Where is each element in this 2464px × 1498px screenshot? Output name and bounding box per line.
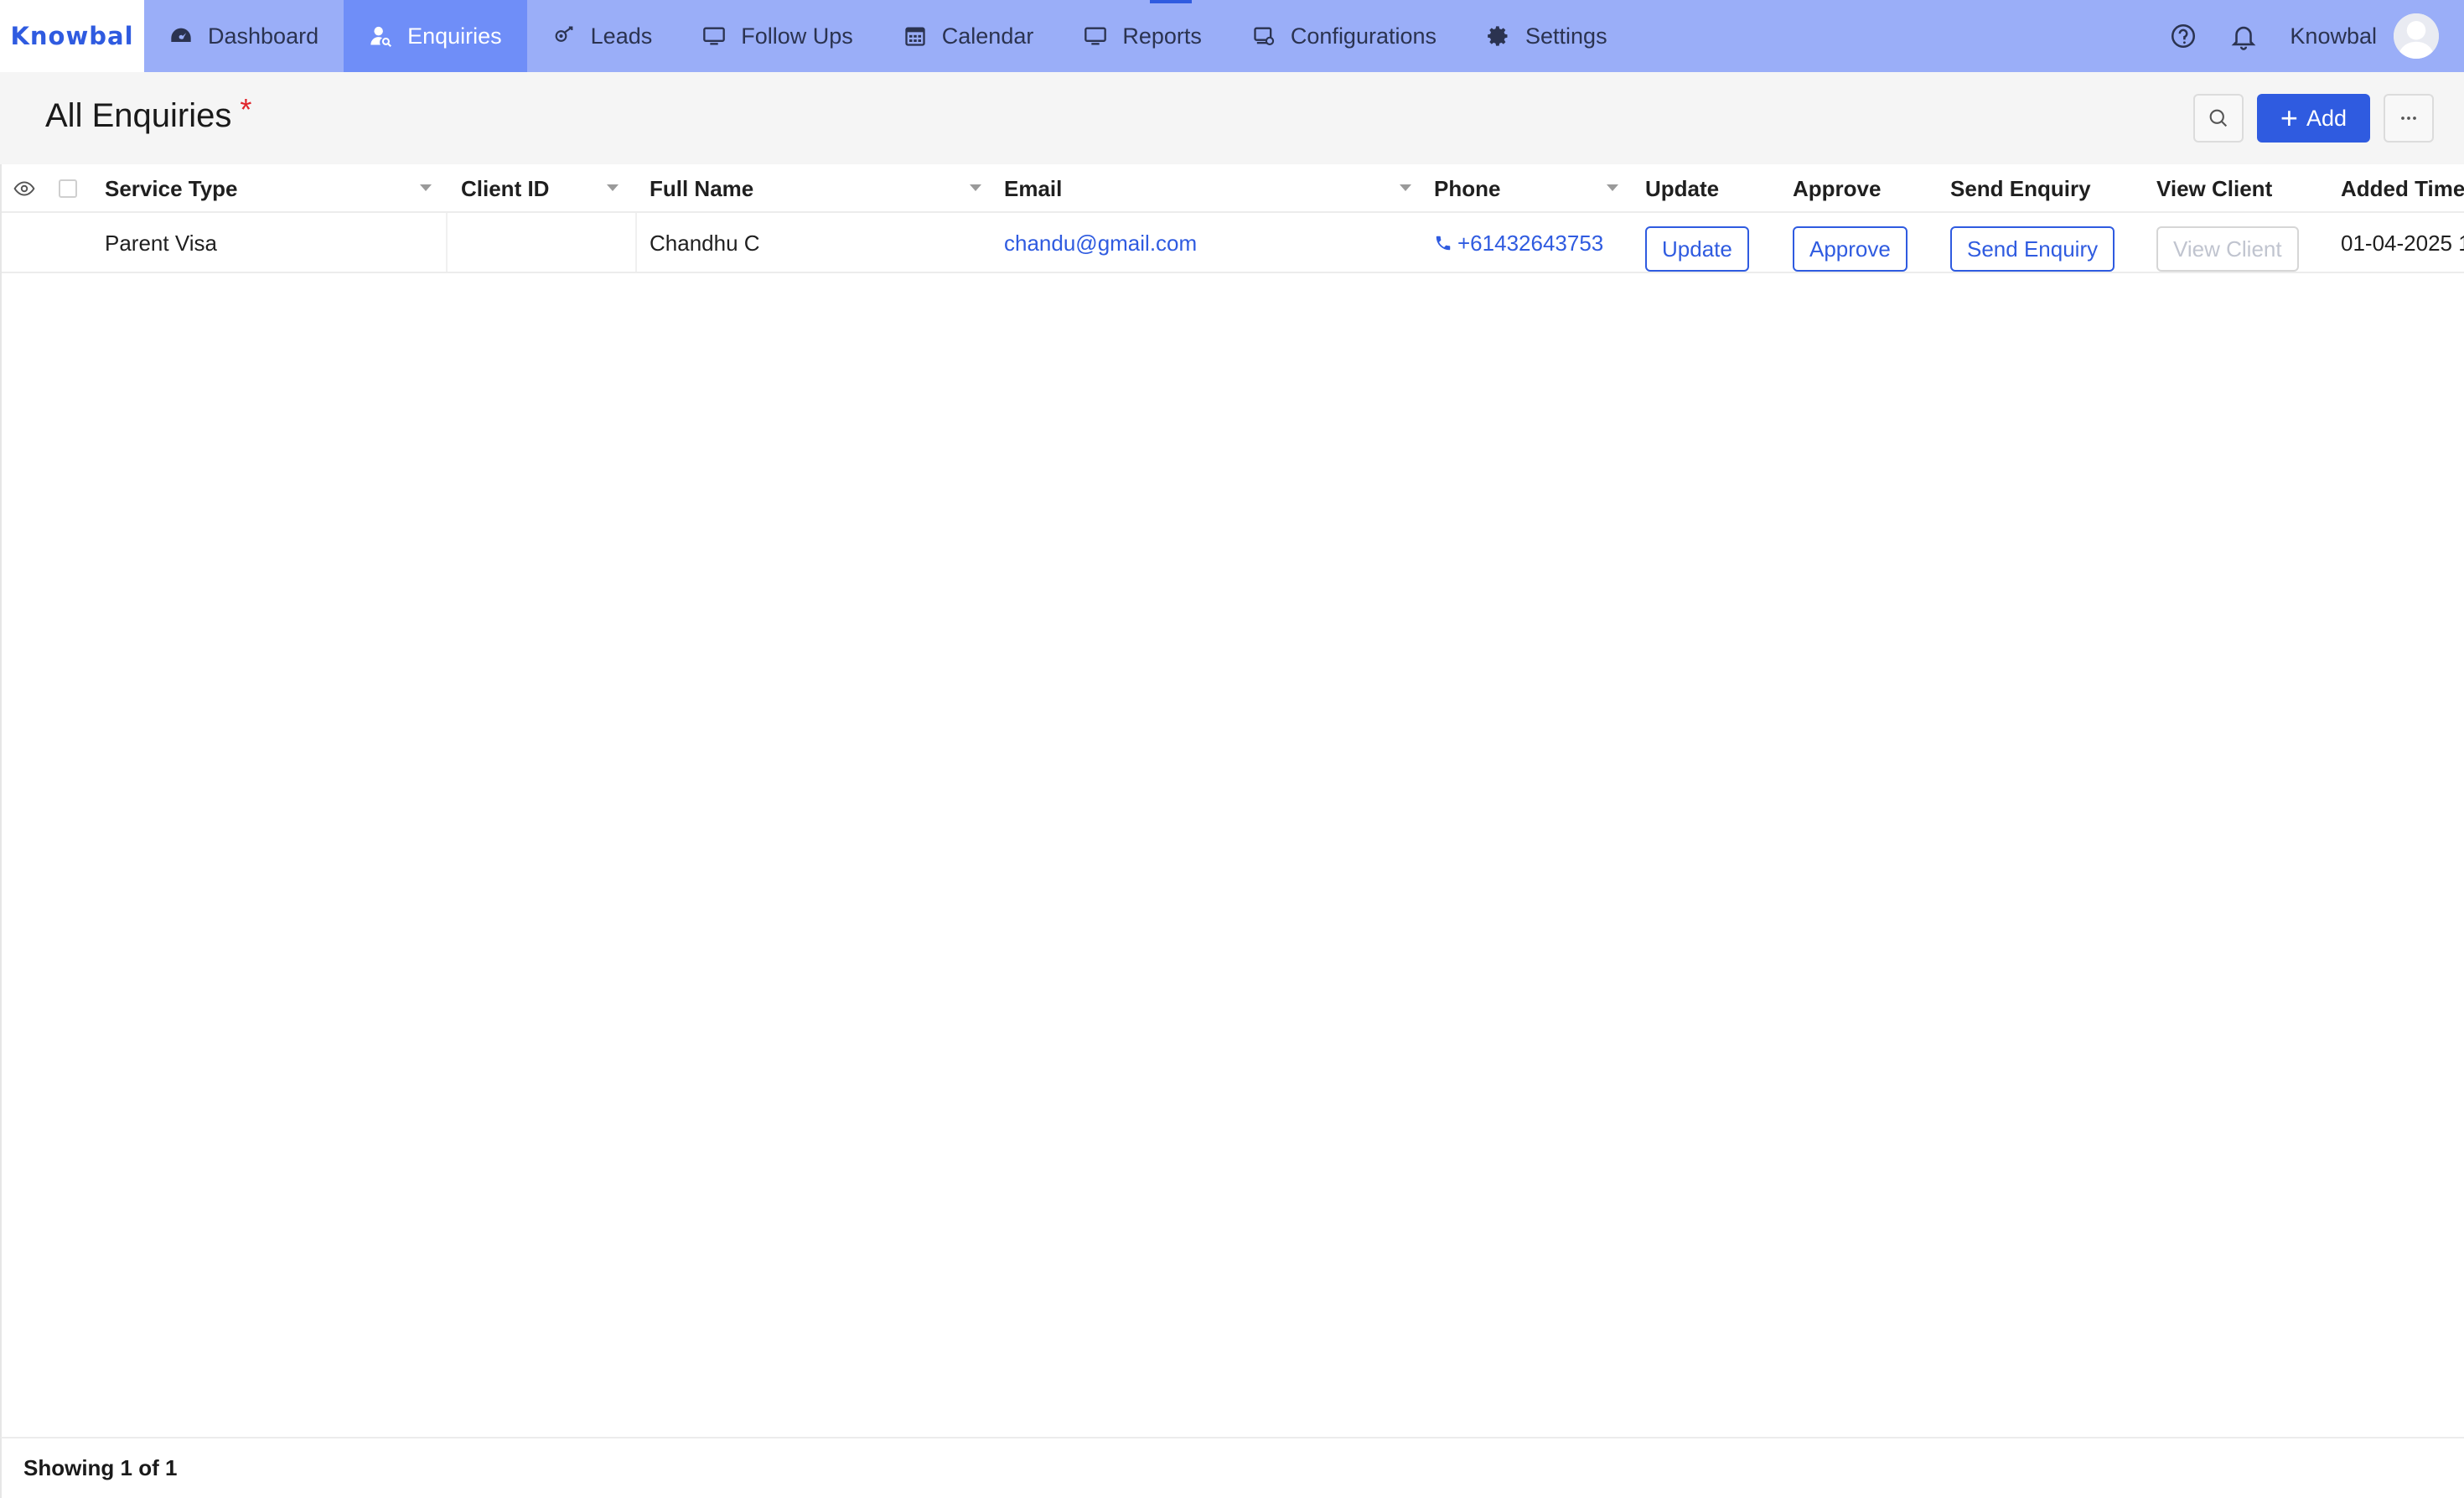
nav-item-dashboard[interactable]: Dashboard (144, 0, 344, 72)
nav-item-settings[interactable]: Settings (1462, 0, 1633, 72)
gear-icon (1487, 24, 1510, 48)
update-button[interactable]: Update (1645, 226, 1749, 272)
nav-item-configurations[interactable]: Configurations (1227, 0, 1462, 72)
column-label: Update (1645, 175, 1720, 201)
cell-view-client: View Client (2156, 213, 2332, 273)
column-label: Send Enquiry (1950, 175, 2091, 201)
cell-approve: Approve (1793, 213, 1935, 273)
column-header-view-client: View Client (2156, 164, 2332, 213)
column-header-send-enquiry: Send Enquiry (1950, 164, 2143, 213)
sort-caret-icon[interactable] (1400, 184, 1411, 191)
user-avatar-icon (2394, 13, 2439, 59)
nav-item-follow-ups[interactable]: Follow Ups (677, 0, 878, 72)
required-marker: * (240, 92, 252, 127)
nav-item-reports[interactable]: Reports (1059, 0, 1227, 72)
support-icon[interactable] (2169, 22, 2197, 50)
phone-number: +61432643753 (1457, 230, 1604, 256)
column-label: Service Type (105, 175, 238, 201)
phone-icon (1436, 236, 1451, 251)
column-label: Client ID (461, 175, 550, 201)
approve-button[interactable]: Approve (1793, 226, 1908, 272)
search-button[interactable] (2192, 94, 2244, 143)
nav-item-label: Calendar (941, 23, 1034, 49)
more-dots-icon (2401, 117, 2416, 120)
nav-item-label: Settings (1525, 23, 1607, 49)
cell-send-enquiry: Send Enquiry (1950, 213, 2143, 273)
more-options-button[interactable] (2384, 94, 2434, 143)
user-search-icon (369, 24, 392, 48)
search-icon (2209, 109, 2227, 127)
nav-item-calendar[interactable]: Calendar (878, 0, 1059, 72)
page-header: All Enquiries * + Add (0, 72, 2464, 164)
config-icon (1252, 24, 1276, 48)
calendar-icon (903, 24, 927, 48)
column-header-phone[interactable]: Phone (1434, 164, 1628, 213)
dashboard-gauge-icon (169, 24, 193, 48)
sort-caret-icon[interactable] (607, 184, 619, 191)
view-client-button: View Client (2156, 226, 2299, 272)
loading-indicator (1150, 0, 1192, 3)
column-label: View Client (2156, 175, 2273, 201)
column-header-email[interactable]: Email (1004, 164, 1421, 213)
sort-caret-icon[interactable] (970, 184, 981, 191)
column-label: Full Name (650, 175, 754, 201)
sort-caret-icon[interactable] (1607, 184, 1618, 191)
plus-icon: + (2280, 101, 2298, 135)
monitor-icon (1084, 24, 1107, 48)
nav-item-label: Reports (1122, 23, 1202, 49)
user-name[interactable]: Knowbal (2290, 23, 2377, 49)
table-header: Service Type Client ID Full Name Email P… (2, 164, 2464, 213)
main-nav: Dashboard Enquiries Leads Follow Ups Cal… (144, 0, 1633, 72)
column-label: Approve (1793, 175, 1882, 201)
phone-link[interactable]: +61432643753 (1434, 213, 1635, 273)
bell-icon[interactable] (2229, 22, 2258, 50)
eye-icon (13, 181, 35, 196)
column-label: Added Time (2341, 175, 2464, 201)
column-label: Email (1004, 175, 1063, 201)
cell-service-type: Parent Visa (105, 230, 217, 256)
pagination-summary: Showing 1 of 1 (23, 1455, 178, 1480)
nav-item-enquiries[interactable]: Enquiries (344, 0, 527, 72)
nav-right-tools: Knowbal (2169, 0, 2464, 72)
add-button-label: Add (2306, 105, 2347, 131)
cell-added-time: 01-04-2025 1 (2341, 230, 2464, 256)
table-row[interactable]: Parent Visa Chandhu C chandu@gmail.com +… (2, 213, 2464, 273)
nav-item-label: Leads (590, 23, 653, 49)
column-header-added-time: Added Time (2341, 164, 2464, 213)
monitor-icon (702, 24, 726, 48)
nav-item-label: Follow Ups (741, 23, 853, 49)
column-label: Phone (1434, 175, 1501, 201)
send-enquiry-button[interactable]: Send Enquiry (1950, 226, 2115, 272)
email-link[interactable]: chandu@gmail.com (1004, 213, 1415, 273)
header-actions: + Add (2192, 94, 2434, 143)
nav-item-label: Dashboard (208, 23, 319, 49)
enquiries-table: Service Type Client ID Full Name Email P… (0, 164, 2464, 1438)
cell-client-id (461, 213, 629, 273)
column-header-approve: Approve (1793, 164, 1935, 213)
page-title-text: All Enquiries (45, 97, 232, 134)
column-header-full-name[interactable]: Full Name (650, 164, 991, 213)
column-header-client-id[interactable]: Client ID (461, 164, 629, 213)
top-navbar: Knowbal Dashboard Enquiries Leads Follow… (0, 0, 2464, 72)
column-header-update: Update (1645, 164, 1771, 213)
sort-caret-icon[interactable] (420, 184, 432, 191)
leads-icon (552, 24, 576, 48)
page-title: All Enquiries * (45, 92, 251, 135)
select-all-checkbox[interactable] (59, 164, 80, 213)
table-footer: Showing 1 of 1 (0, 1437, 2464, 1498)
avatar[interactable] (2394, 13, 2439, 59)
nav-item-label: Configurations (1290, 23, 1437, 49)
add-button[interactable]: + Add (2256, 94, 2370, 143)
cell-update: Update (1645, 213, 1771, 273)
nav-item-leads[interactable]: Leads (527, 0, 678, 72)
brand-logo[interactable]: Knowbal (0, 0, 144, 72)
column-header-service-type[interactable]: Service Type (105, 164, 442, 213)
checkbox[interactable] (59, 179, 77, 198)
cell-full-name: Chandhu C (650, 230, 760, 256)
column-visibility-toggle[interactable] (13, 164, 35, 213)
nav-item-label: Enquiries (407, 23, 502, 49)
